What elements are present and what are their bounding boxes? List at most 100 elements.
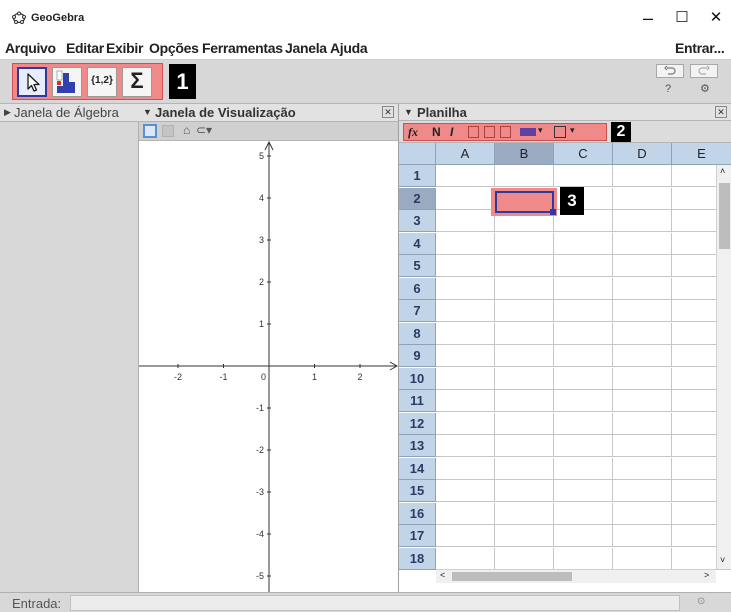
cell-d3[interactable] <box>613 210 672 232</box>
italic-button[interactable]: I <box>450 125 453 139</box>
menu-ajuda[interactable]: Ajuda <box>330 40 368 56</box>
background-color-icon[interactable] <box>520 128 536 136</box>
minimize-button[interactable]: – <box>637 8 659 28</box>
cell-d1[interactable] <box>613 165 672 187</box>
cell-c7[interactable] <box>554 300 613 322</box>
graphics-canvas[interactable]: -2 -1 0 1 2 5 4 3 2 1 -1 -2 -3 -4 -5 <box>139 141 398 592</box>
cell-c17[interactable] <box>554 525 613 547</box>
scroll-left-icon[interactable]: < <box>440 570 445 580</box>
align-center-icon[interactable] <box>484 126 495 138</box>
cell-a6[interactable] <box>436 277 495 300</box>
row-header-4[interactable]: 4 <box>399 232 436 255</box>
menu-exibir[interactable]: Exibir <box>106 40 143 56</box>
cell-b11[interactable] <box>495 390 554 412</box>
cell-c5[interactable] <box>554 255 613 277</box>
axes-toggle-icon[interactable] <box>143 124 157 138</box>
sum-tool-button[interactable]: Σ <box>122 67 152 97</box>
spreadsheet-list-tool-button[interactable] <box>52 67 82 97</box>
menu-opcoes[interactable]: Opções <box>149 40 199 56</box>
cell-d17[interactable] <box>613 525 672 547</box>
cell-b16[interactable] <box>495 502 554 525</box>
align-right-icon[interactable] <box>500 126 511 138</box>
row-header-18[interactable]: 18 <box>399 547 436 570</box>
cell-a1[interactable] <box>436 165 495 187</box>
cell-a2[interactable] <box>436 187 495 210</box>
vertical-scrollbar[interactable]: ˄ ˅ <box>716 165 731 569</box>
vertical-scroll-thumb[interactable] <box>719 183 730 249</box>
collapse-triangle-icon[interactable]: ▼ <box>404 107 413 117</box>
cell-d15[interactable] <box>613 480 672 502</box>
row-header-17[interactable]: 17 <box>399 525 436 547</box>
input-bar-toggle-button[interactable]: fx <box>408 125 418 140</box>
row-header-13[interactable]: 13 <box>399 435 436 457</box>
redo-button[interactable] <box>690 64 718 78</box>
cell-b17[interactable] <box>495 525 554 547</box>
menu-arquivo[interactable]: Arquivo <box>5 40 56 56</box>
cell-b14[interactable] <box>495 457 554 480</box>
column-header-d[interactable]: D <box>613 143 672 165</box>
maximize-button[interactable]: ☐ <box>671 8 693 28</box>
align-left-icon[interactable] <box>468 126 479 138</box>
row-header-2[interactable]: 2 <box>399 187 436 210</box>
move-tool-button[interactable] <box>17 67 47 97</box>
spreadsheet-view[interactable]: ▼ Planilha ✕ fx N I ▾ ▾ 2 A B C D E 1234… <box>398 104 731 592</box>
input-field[interactable] <box>70 595 680 611</box>
algebra-view-header[interactable]: ▶ Janela de Álgebra <box>0 104 139 122</box>
settings-icon[interactable]: ⚙ <box>700 82 710 95</box>
cell-b4[interactable] <box>495 232 554 255</box>
corner-header[interactable] <box>399 143 436 165</box>
cell-c14[interactable] <box>554 457 613 480</box>
cell-b13[interactable] <box>495 435 554 457</box>
cell-c6[interactable] <box>554 277 613 300</box>
create-list-tool-button[interactable]: {1,2} <box>87 67 117 97</box>
grid-toggle-icon[interactable] <box>162 125 174 137</box>
cell-c16[interactable] <box>554 502 613 525</box>
cell-b6[interactable] <box>495 277 554 300</box>
cell-d8[interactable] <box>613 322 672 345</box>
fill-handle[interactable] <box>550 209 556 215</box>
chevron-down-icon[interactable]: ▾ <box>570 125 575 136</box>
menu-ferramentas[interactable]: Ferramentas <box>202 40 283 56</box>
column-header-a[interactable]: A <box>436 143 495 165</box>
cell-d16[interactable] <box>613 502 672 525</box>
cell-b8[interactable] <box>495 322 554 345</box>
cell-d18[interactable] <box>613 547 672 570</box>
cell-a7[interactable] <box>436 300 495 322</box>
close-view-icon[interactable]: ✕ <box>382 106 394 118</box>
cell-d5[interactable] <box>613 255 672 277</box>
row-header-9[interactable]: 9 <box>399 345 436 367</box>
chevron-down-icon[interactable]: ▾ <box>538 125 543 136</box>
row-header-7[interactable]: 7 <box>399 300 436 322</box>
scroll-down-icon[interactable]: ˅ <box>720 555 725 565</box>
row-header-5[interactable]: 5 <box>399 255 436 277</box>
cell-b9[interactable] <box>495 345 554 367</box>
cell-d11[interactable] <box>613 390 672 412</box>
menu-janela[interactable]: Janela <box>285 40 327 56</box>
row-header-3[interactable]: 3 <box>399 210 436 232</box>
border-style-icon[interactable] <box>554 126 566 138</box>
cell-b1[interactable] <box>495 165 554 187</box>
row-header-14[interactable]: 14 <box>399 457 436 480</box>
column-header-c[interactable]: C <box>554 143 613 165</box>
cell-a15[interactable] <box>436 480 495 502</box>
horizontal-scrollbar[interactable]: < > <box>436 569 716 583</box>
scroll-up-icon[interactable]: ˄ <box>720 166 725 176</box>
cell-c15[interactable] <box>554 480 613 502</box>
cell-a3[interactable] <box>436 210 495 232</box>
cell-a4[interactable] <box>436 232 495 255</box>
cell-a10[interactable] <box>436 367 495 390</box>
cell-a9[interactable] <box>436 345 495 367</box>
cell-c12[interactable] <box>554 412 613 435</box>
horizontal-scroll-thumb[interactable] <box>452 572 572 581</box>
graphics-view[interactable]: ▼ Janela de Visualização ✕ ⌂ ⊂▾ -2 -1 0 1 2 … <box>139 104 398 592</box>
cell-c4[interactable] <box>554 232 613 255</box>
cell-d13[interactable] <box>613 435 672 457</box>
cell-d6[interactable] <box>613 277 672 300</box>
login-link[interactable]: Entrar... <box>675 40 725 56</box>
cell-b10[interactable] <box>495 367 554 390</box>
help-icon[interactable]: ? <box>665 83 671 95</box>
cell-b5[interactable] <box>495 255 554 277</box>
cell-a16[interactable] <box>436 502 495 525</box>
cell-a14[interactable] <box>436 457 495 480</box>
column-header-b[interactable]: B <box>495 143 554 165</box>
